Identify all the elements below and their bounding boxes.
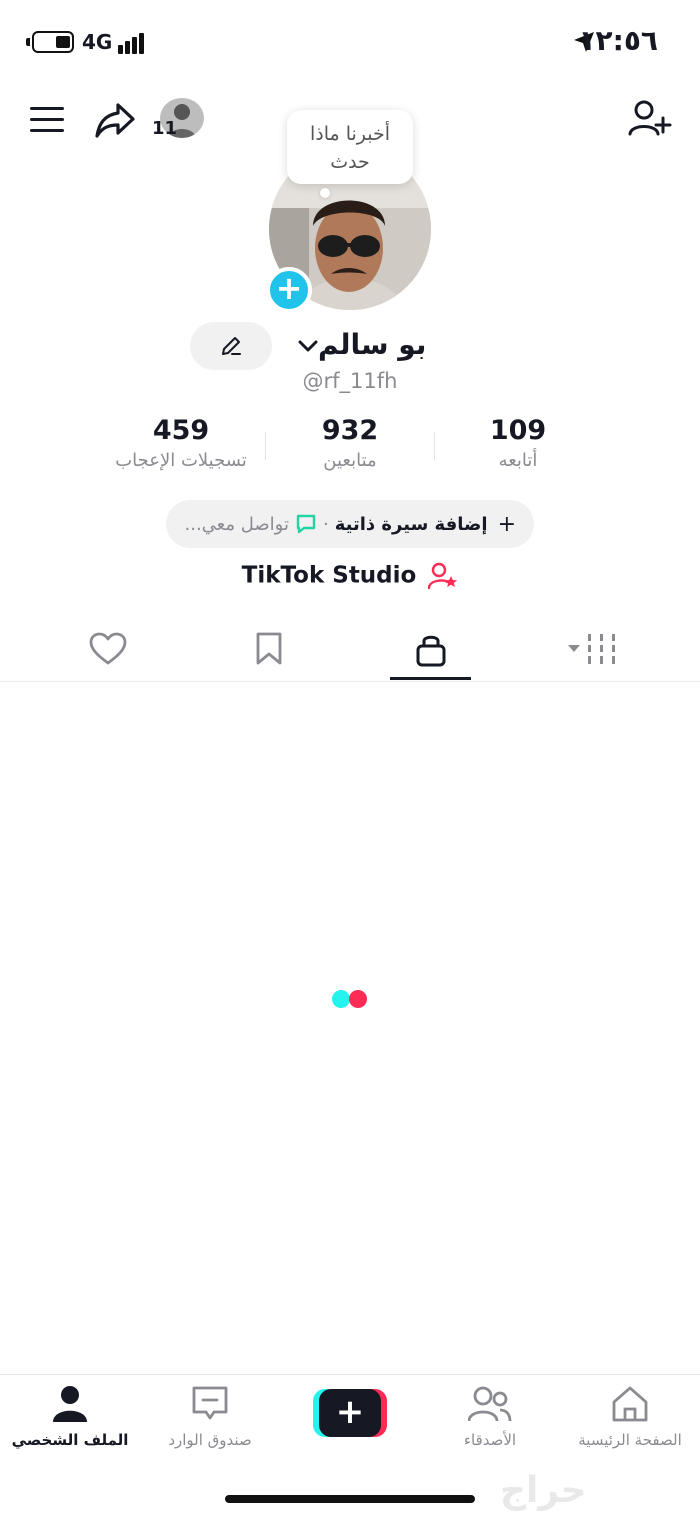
pencil-icon (222, 337, 241, 355)
chevron-down-icon[interactable] (298, 338, 318, 354)
signal-icon (118, 30, 152, 54)
add-bio-label: إضافة سيرة ذاتية (334, 513, 488, 535)
profile-stats: 459 تسجيلات الإعجاب 932 متابعين 109 أتاب… (0, 414, 700, 478)
lock-icon (416, 635, 446, 667)
note-line-2: حدث (330, 151, 370, 173)
nav-friends[interactable]: الأصدقاء (420, 1385, 560, 1449)
nav-inbox-label: صندوق الوارد (168, 1431, 252, 1449)
loading-indicator (332, 990, 372, 1010)
nav-friends-label: الأصدقاء (463, 1431, 517, 1449)
tab-favorites[interactable] (224, 616, 314, 682)
followers-count: 932 (321, 415, 379, 446)
contact-me-label: تواصل معي... (184, 513, 289, 535)
stat-following[interactable]: 109 أتابعه (428, 414, 608, 471)
home-indicator[interactable] (225, 1495, 475, 1503)
profile-icon (53, 1386, 87, 1422)
tab-private[interactable] (386, 616, 476, 682)
status-bar: 4G ١٢:٥٦ (0, 0, 700, 84)
grid-menu-icon (568, 634, 615, 664)
loader-dot-pink (349, 990, 367, 1008)
edit-profile-button[interactable] (190, 322, 272, 370)
note-bubble-tail (320, 188, 330, 198)
add-friend-icon[interactable] (628, 98, 672, 138)
bookmark-icon (256, 632, 282, 665)
nav-profile-label: الملف الشخصي (11, 1431, 129, 1449)
visitor-count: 11 (152, 118, 178, 139)
tiktok-studio-link[interactable]: TikTok Studio (0, 562, 700, 590)
creator-star-icon (428, 562, 458, 590)
menu-icon[interactable] (30, 106, 66, 134)
likes-count: 459 (152, 415, 210, 446)
home-icon (612, 1386, 648, 1422)
share-icon[interactable] (94, 101, 136, 139)
bottom-navigation: الصفحة الرئيسية الأصدقاء + صندوق الوارد … (0, 1374, 700, 1515)
tab-liked[interactable] (63, 616, 153, 682)
studio-label: TikTok Studio (241, 562, 417, 589)
nav-home[interactable]: الصفحة الرئيسية (560, 1385, 700, 1449)
battery-icon (32, 31, 74, 53)
chat-bubble-icon (296, 514, 316, 534)
likes-label: تسجيلات الإعجاب (115, 450, 247, 471)
followers-label: متابعين (323, 450, 377, 471)
nav-profile[interactable]: الملف الشخصي (0, 1385, 140, 1449)
friends-icon (467, 1386, 512, 1422)
stat-followers[interactable]: 932 متابعين (260, 414, 440, 471)
add-avatar-button[interactable]: + (266, 267, 312, 313)
create-plus-icon: + (319, 1389, 381, 1437)
create-button[interactable]: + (313, 1389, 387, 1437)
stat-likes[interactable]: 459 تسجيلات الإعجاب (91, 414, 271, 471)
inbox-icon (192, 1386, 228, 1420)
note-bubble[interactable]: أخبرنا ماذا حدث (287, 110, 413, 184)
note-line-1: أخبرنا ماذا (309, 123, 391, 145)
nav-home-label: الصفحة الرئيسية (578, 1431, 682, 1449)
plus-icon: + (497, 511, 516, 537)
following-count: 109 (489, 415, 547, 446)
tab-videos[interactable] (548, 616, 638, 682)
profile-tabs (0, 616, 700, 682)
bio-separator: · (322, 513, 329, 535)
add-bio-button[interactable]: + إضافة سيرة ذاتية · تواصل معي... (166, 500, 534, 548)
display-name[interactable]: بو سالم (318, 328, 426, 361)
watermark-logo: حراج (500, 1470, 587, 1511)
network-type: 4G (82, 30, 113, 54)
active-tab-indicator (390, 677, 471, 680)
status-time: ١٢:٥٦ (578, 24, 658, 57)
heart-icon (89, 632, 127, 665)
battery-nub (26, 38, 30, 46)
loader-dot-cyan (332, 990, 350, 1008)
following-label: أتابعه (498, 450, 538, 471)
username: @rf_11fh (302, 369, 398, 393)
nav-inbox[interactable]: صندوق الوارد (140, 1385, 280, 1449)
